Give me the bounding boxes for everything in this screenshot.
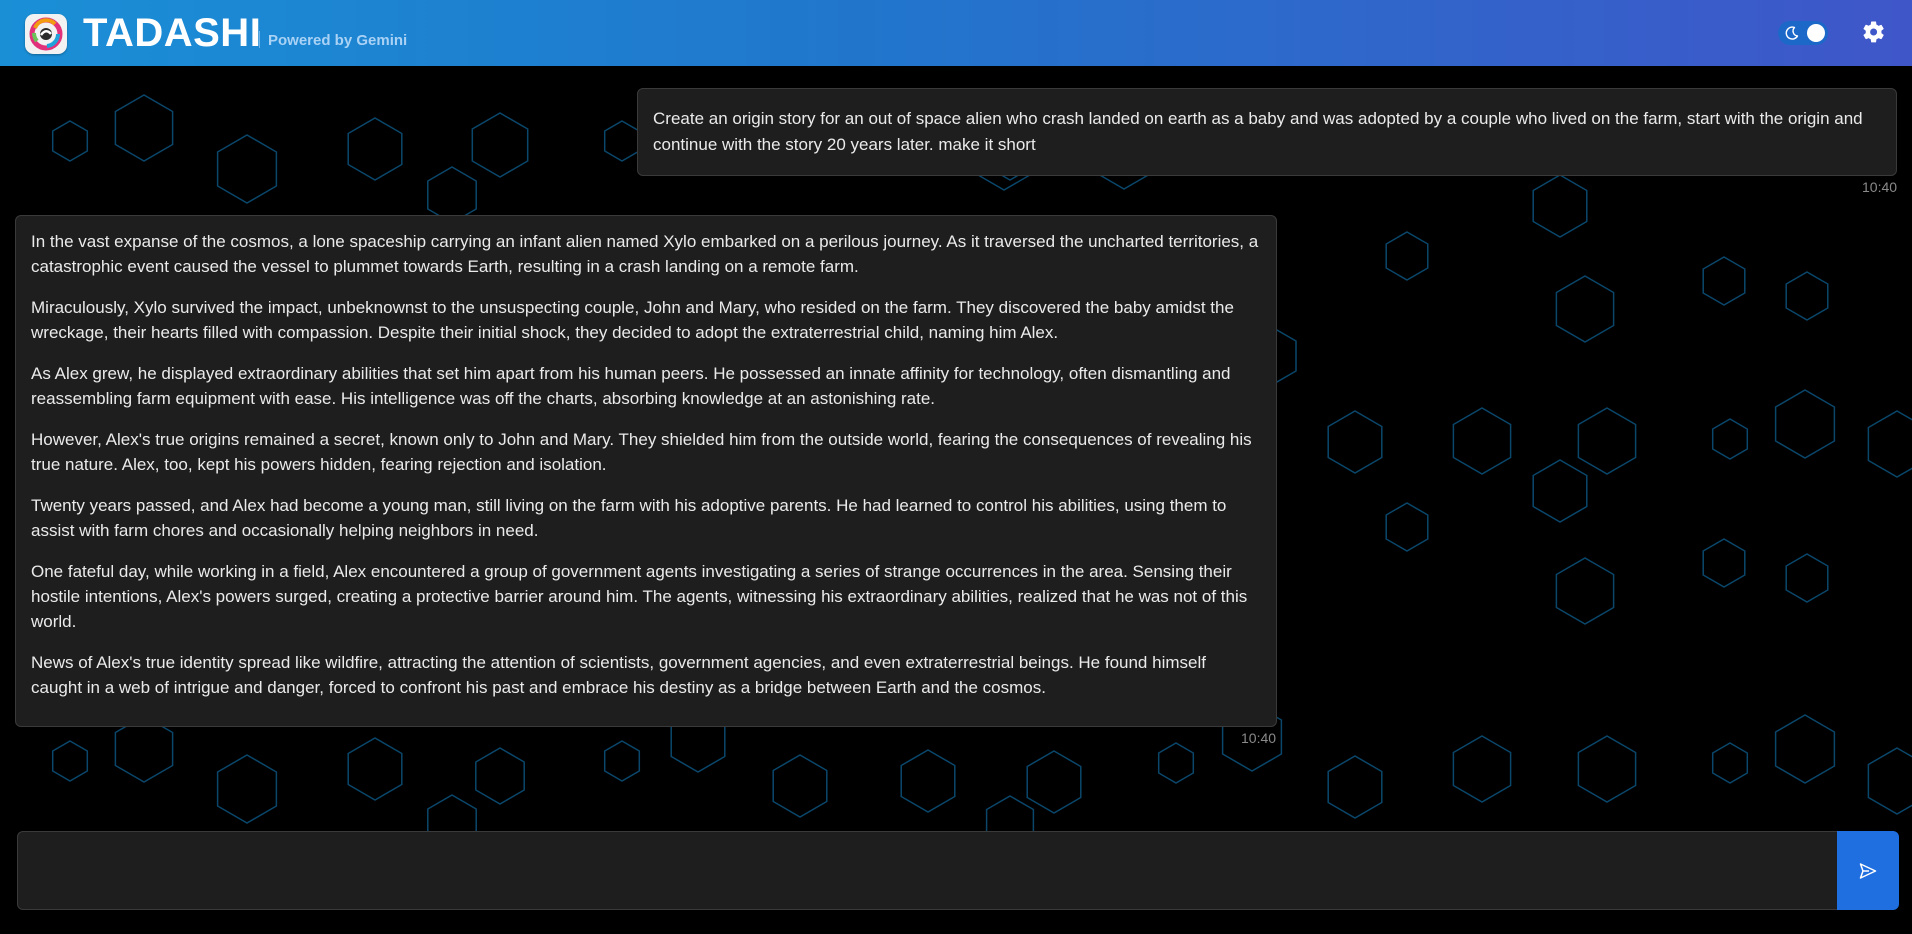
brand-title: TADASHI bbox=[83, 11, 262, 55]
hexagon-shape bbox=[1385, 502, 1429, 552]
composer bbox=[17, 831, 1899, 910]
hexagon-shape bbox=[1702, 538, 1746, 588]
hexagon-shape bbox=[772, 754, 828, 818]
assistant-paragraph: News of Alex's true identity spread like… bbox=[31, 653, 1206, 697]
hexagon-shape bbox=[1867, 410, 1912, 478]
hexagon-shape bbox=[1711, 418, 1749, 460]
hexagon-shape bbox=[603, 120, 641, 162]
hexagon-shape bbox=[216, 754, 278, 824]
user-message-time: 10:40 bbox=[1862, 179, 1898, 195]
assistant-paragraph: Twenty years passed, and Alex had become… bbox=[31, 496, 1227, 540]
tadashi-logo-icon[interactable] bbox=[25, 14, 67, 54]
hexagon-shape bbox=[1532, 174, 1588, 238]
powered-by-label: Powered by Gemini bbox=[268, 32, 408, 49]
user-message-text: Create an origin story for an out of spa… bbox=[653, 109, 1863, 154]
user-message: Create an origin story for an out of spa… bbox=[637, 88, 1897, 176]
hexagon-shape bbox=[475, 747, 525, 805]
hexagon-shape bbox=[1867, 747, 1912, 815]
app-header: TADASHI Powered by Gemini bbox=[0, 0, 1912, 66]
hexagon-shape bbox=[114, 94, 174, 162]
send-icon bbox=[1859, 863, 1877, 879]
hexagon-shape bbox=[1774, 389, 1836, 459]
hexagon-shape bbox=[1327, 410, 1383, 474]
send-button[interactable] bbox=[1837, 831, 1899, 910]
assistant-paragraph: As Alex grew, he displayed extraordinary… bbox=[31, 364, 1231, 408]
hexagon-shape bbox=[51, 120, 89, 162]
assistant-paragraph: In the vast expanse of the cosmos, a lon… bbox=[31, 232, 1259, 276]
brand-divider bbox=[259, 31, 260, 48]
assistant-paragraph: However, Alex's true origins remained a … bbox=[31, 430, 1252, 474]
assistant-paragraph: One fateful day, while working in a fiel… bbox=[31, 562, 1248, 631]
hexagon-shape bbox=[1774, 714, 1836, 784]
hexagon-shape bbox=[1157, 742, 1195, 784]
assistant-message: In the vast expanse of the cosmos, a lon… bbox=[15, 215, 1277, 727]
hexagon-shape bbox=[51, 740, 89, 782]
hexagon-shape bbox=[1711, 742, 1749, 784]
toggle-knob bbox=[1807, 24, 1825, 42]
hexagon-shape bbox=[603, 740, 641, 782]
hexagon-shape bbox=[347, 117, 403, 181]
hexagon-shape bbox=[1026, 750, 1082, 814]
hexagon-shape bbox=[1577, 735, 1637, 803]
hexagon-shape bbox=[1452, 407, 1512, 475]
hexagon-shape bbox=[1555, 557, 1615, 625]
hexagon-shape bbox=[216, 134, 278, 204]
message-input[interactable] bbox=[17, 831, 1837, 910]
theme-toggle[interactable] bbox=[1778, 21, 1828, 45]
hexagon-shape bbox=[1577, 407, 1637, 475]
hexagon-shape bbox=[1785, 553, 1829, 603]
gear-icon bbox=[1863, 21, 1884, 43]
hexagon-shape bbox=[1785, 271, 1829, 321]
hexagon-shape bbox=[347, 737, 403, 801]
assistant-paragraph: Miraculously, Xylo survived the impact, … bbox=[31, 298, 1234, 342]
hexagon-shape bbox=[1532, 459, 1588, 523]
hexagon-shape bbox=[1702, 256, 1746, 306]
hexagon-shape bbox=[1385, 231, 1429, 281]
hexagon-shape bbox=[1452, 735, 1512, 803]
settings-button[interactable] bbox=[1862, 20, 1886, 44]
moon-icon bbox=[1785, 26, 1799, 40]
assistant-message-time: 10:40 bbox=[1241, 730, 1277, 746]
chat-app: TADASHI Powered by Gemini Create an orig… bbox=[0, 0, 1912, 934]
hexagon-shape bbox=[900, 749, 956, 813]
hexagon-shape bbox=[471, 112, 529, 178]
hexagon-shape bbox=[1327, 755, 1383, 819]
hexagon-shape bbox=[1555, 275, 1615, 343]
